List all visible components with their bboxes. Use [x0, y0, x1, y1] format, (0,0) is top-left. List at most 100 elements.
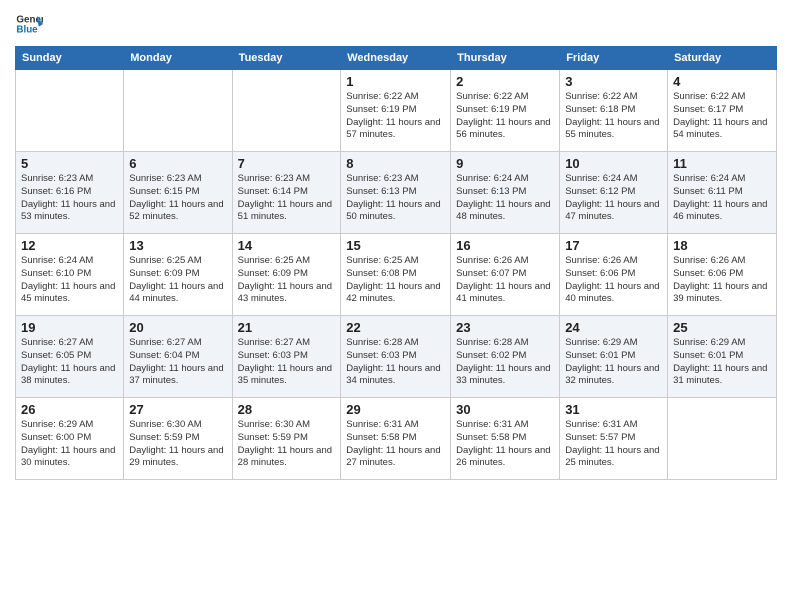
day-info: Sunrise: 6:26 AM Sunset: 6:07 PM Dayligh…: [456, 255, 554, 306]
day-number: 2: [456, 74, 554, 89]
day-number: 28: [238, 402, 336, 417]
day-number: 10: [565, 156, 662, 171]
day-number: 4: [673, 74, 771, 89]
day-info: Sunrise: 6:25 AM Sunset: 6:09 PM Dayligh…: [238, 255, 336, 306]
day-info: Sunrise: 6:24 AM Sunset: 6:13 PM Dayligh…: [456, 173, 554, 224]
day-number: 18: [673, 238, 771, 253]
col-header-wednesday: Wednesday: [341, 47, 451, 70]
day-info: Sunrise: 6:26 AM Sunset: 6:06 PM Dayligh…: [565, 255, 662, 306]
day-cell: 5 Sunrise: 6:23 AM Sunset: 6:16 PM Daylig…: [16, 152, 124, 234]
day-cell: 15Sunrise: 6:25 AM Sunset: 6:08 PM Dayli…: [341, 234, 451, 316]
col-header-sunday: Sunday: [16, 47, 124, 70]
day-cell: 25 Sunrise: 6:29 AM Sunset: 6:01 PM Dayli…: [668, 316, 777, 398]
logo: General Blue: [15, 10, 43, 38]
col-header-thursday: Thursday: [451, 47, 560, 70]
day-cell: 30Sunrise: 6:31 AM Sunset: 5:58 PM Dayli…: [451, 398, 560, 480]
day-info: Sunrise: 6:23 AM Sunset: 6:14 PM Dayligh…: [238, 173, 336, 224]
col-header-friday: Friday: [560, 47, 668, 70]
day-cell: 16 Sunrise: 6:26 AM Sunset: 6:07 PM Dayli…: [451, 234, 560, 316]
day-info: Sunrise: 6:31 AM Sunset: 5:57 PM Dayligh…: [565, 419, 662, 470]
day-cell: 8 Sunrise: 6:23 AM Sunset: 6:13 PM Daylig…: [341, 152, 451, 234]
day-cell: 2 Sunrise: 6:22 AM Sunset: 6:19 PM Daylig…: [451, 70, 560, 152]
day-number: 16: [456, 238, 554, 253]
day-info: Sunrise: 6:23 AM Sunset: 6:15 PM Dayligh…: [129, 173, 226, 224]
day-number: 25: [673, 320, 771, 335]
day-cell: 13 Sunrise: 6:25 AM Sunset: 6:09 PM Dayli…: [124, 234, 232, 316]
day-cell: 31 Sunrise: 6:31 AM Sunset: 5:57 PM Dayli…: [560, 398, 668, 480]
day-cell: [668, 398, 777, 480]
col-header-tuesday: Tuesday: [232, 47, 341, 70]
day-number: 26: [21, 402, 118, 417]
day-number: 7: [238, 156, 336, 171]
day-info: Sunrise: 6:27 AM Sunset: 6:03 PM Dayligh…: [238, 337, 336, 388]
day-number: 13: [129, 238, 226, 253]
day-cell: 7 Sunrise: 6:23 AM Sunset: 6:14 PM Daylig…: [232, 152, 341, 234]
day-info: Sunrise: 6:24 AM Sunset: 6:10 PM Dayligh…: [21, 255, 118, 306]
day-number: 21: [238, 320, 336, 335]
calendar-table: SundayMondayTuesdayWednesdayThursdayFrid…: [15, 46, 777, 480]
day-number: 24: [565, 320, 662, 335]
day-cell: 29 Sunrise: 6:31 AM Sunset: 5:58 PM Dayli…: [341, 398, 451, 480]
day-info: Sunrise: 6:25 AM Sunset: 6:09 PM Dayligh…: [129, 255, 226, 306]
day-cell: 4 Sunrise: 6:22 AM Sunset: 6:17 PM Daylig…: [668, 70, 777, 152]
day-info: Sunrise: 6:27 AM Sunset: 6:04 PM Dayligh…: [129, 337, 226, 388]
day-cell: 20 Sunrise: 6:27 AM Sunset: 6:04 PM Dayli…: [124, 316, 232, 398]
day-cell: [232, 70, 341, 152]
day-cell: [124, 70, 232, 152]
day-info: Sunrise: 6:29 AM Sunset: 6:00 PM Dayligh…: [21, 419, 118, 470]
day-cell: 18 Sunrise: 6:26 AM Sunset: 6:06 PM Dayli…: [668, 234, 777, 316]
day-info: Sunrise: 6:30 AM Sunset: 5:59 PM Dayligh…: [238, 419, 336, 470]
day-number: 5: [21, 156, 118, 171]
day-number: 31: [565, 402, 662, 417]
day-number: 3: [565, 74, 662, 89]
day-info: Sunrise: 6:23 AM Sunset: 6:13 PM Dayligh…: [346, 173, 445, 224]
day-info: Sunrise: 6:22 AM Sunset: 6:17 PM Dayligh…: [673, 91, 771, 142]
day-number: 29: [346, 402, 445, 417]
day-cell: 19Sunrise: 6:27 AM Sunset: 6:05 PM Dayli…: [16, 316, 124, 398]
day-info: Sunrise: 6:26 AM Sunset: 6:06 PM Dayligh…: [673, 255, 771, 306]
day-cell: 1 Sunrise: 6:22 AM Sunset: 6:19 PM Daylig…: [341, 70, 451, 152]
day-number: 1: [346, 74, 445, 89]
day-number: 19: [21, 320, 118, 335]
day-info: Sunrise: 6:29 AM Sunset: 6:01 PM Dayligh…: [673, 337, 771, 388]
day-number: 14: [238, 238, 336, 253]
day-number: 8: [346, 156, 445, 171]
day-number: 9: [456, 156, 554, 171]
day-cell: 9 Sunrise: 6:24 AM Sunset: 6:13 PM Daylig…: [451, 152, 560, 234]
week-row-5: 26 Sunrise: 6:29 AM Sunset: 6:00 PM Dayli…: [16, 398, 777, 480]
day-cell: 3Sunrise: 6:22 AM Sunset: 6:18 PM Daylig…: [560, 70, 668, 152]
week-row-1: 1 Sunrise: 6:22 AM Sunset: 6:19 PM Daylig…: [16, 70, 777, 152]
day-cell: 21 Sunrise: 6:27 AM Sunset: 6:03 PM Dayli…: [232, 316, 341, 398]
day-info: Sunrise: 6:22 AM Sunset: 6:19 PM Dayligh…: [456, 91, 554, 142]
week-row-4: 19Sunrise: 6:27 AM Sunset: 6:05 PM Dayli…: [16, 316, 777, 398]
day-info: Sunrise: 6:24 AM Sunset: 6:11 PM Dayligh…: [673, 173, 771, 224]
day-info: Sunrise: 6:22 AM Sunset: 6:19 PM Dayligh…: [346, 91, 445, 142]
day-cell: 17 Sunrise: 6:26 AM Sunset: 6:06 PM Dayli…: [560, 234, 668, 316]
week-row-2: 5 Sunrise: 6:23 AM Sunset: 6:16 PM Daylig…: [16, 152, 777, 234]
logo-icon: General Blue: [15, 10, 43, 38]
col-header-saturday: Saturday: [668, 47, 777, 70]
day-cell: [16, 70, 124, 152]
day-cell: 6Sunrise: 6:23 AM Sunset: 6:15 PM Daylig…: [124, 152, 232, 234]
day-info: Sunrise: 6:25 AM Sunset: 6:08 PM Dayligh…: [346, 255, 445, 306]
day-number: 27: [129, 402, 226, 417]
day-info: Sunrise: 6:28 AM Sunset: 6:03 PM Dayligh…: [346, 337, 445, 388]
day-number: 11: [673, 156, 771, 171]
day-number: 17: [565, 238, 662, 253]
day-cell: 24Sunrise: 6:29 AM Sunset: 6:01 PM Dayli…: [560, 316, 668, 398]
day-info: Sunrise: 6:31 AM Sunset: 5:58 PM Dayligh…: [346, 419, 445, 470]
day-number: 20: [129, 320, 226, 335]
day-info: Sunrise: 6:23 AM Sunset: 6:16 PM Dayligh…: [21, 173, 118, 224]
header: General Blue: [15, 10, 777, 38]
day-cell: 22Sunrise: 6:28 AM Sunset: 6:03 PM Dayli…: [341, 316, 451, 398]
calendar-header-row: SundayMondayTuesdayWednesdayThursdayFrid…: [16, 47, 777, 70]
day-cell: 27Sunrise: 6:30 AM Sunset: 5:59 PM Dayli…: [124, 398, 232, 480]
day-info: Sunrise: 6:24 AM Sunset: 6:12 PM Dayligh…: [565, 173, 662, 224]
week-row-3: 12Sunrise: 6:24 AM Sunset: 6:10 PM Dayli…: [16, 234, 777, 316]
day-cell: 28 Sunrise: 6:30 AM Sunset: 5:59 PM Dayli…: [232, 398, 341, 480]
day-info: Sunrise: 6:28 AM Sunset: 6:02 PM Dayligh…: [456, 337, 554, 388]
day-cell: 11 Sunrise: 6:24 AM Sunset: 6:11 PM Dayli…: [668, 152, 777, 234]
day-number: 23: [456, 320, 554, 335]
day-number: 30: [456, 402, 554, 417]
day-cell: 26 Sunrise: 6:29 AM Sunset: 6:00 PM Dayli…: [16, 398, 124, 480]
